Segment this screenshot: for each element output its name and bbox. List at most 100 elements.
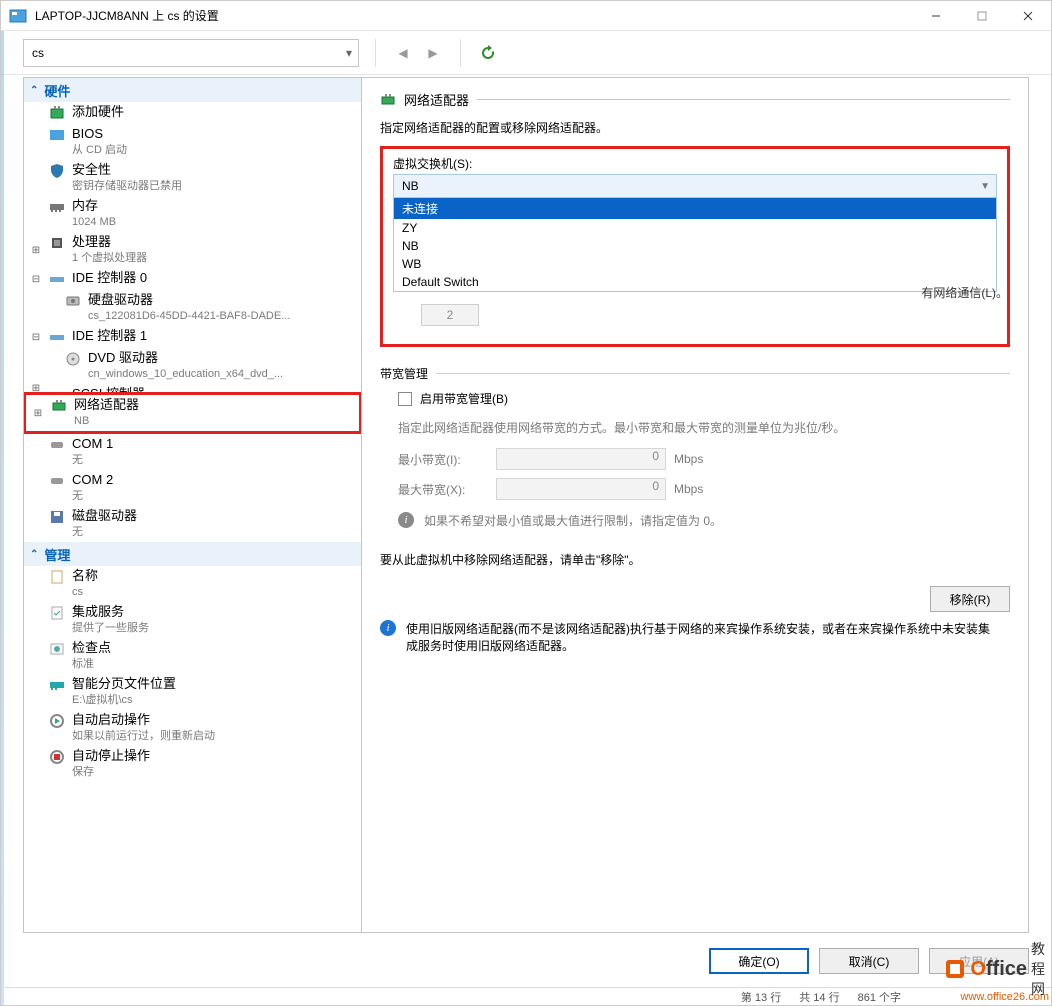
tree-label: 智能分页文件位置 — [72, 676, 176, 692]
legacy-tip: 使用旧版网络适配器(而不是该网络适配器)执行基于网络的来宾操作系统安装，或者在来… — [406, 620, 992, 654]
tree-label: 集成服务 — [72, 604, 149, 620]
vswitch-combo[interactable]: NB ▼ — [393, 174, 997, 198]
bandwidth-min-label: 最小带宽(I): — [398, 451, 488, 468]
content-area: ⌃ 硬件 添加硬件 BIOS从 CD 启动 安全性密钥存储驱动器已禁用 — [23, 77, 1029, 933]
vswitch-option[interactable]: WB — [394, 255, 996, 273]
partially-hidden-text: 有网络通信(L)。 — [921, 284, 1008, 301]
tree-item-dvd[interactable]: DVD 驱动器cn_windows_10_education_x64_dvd_.… — [24, 348, 361, 384]
hdd-icon — [64, 292, 82, 310]
floppy-icon — [48, 508, 66, 526]
management-section-header[interactable]: ⌃ 管理 — [24, 542, 361, 566]
collapse-icon[interactable]: ⊟ — [30, 332, 42, 343]
remove-button[interactable]: 移除(R) — [930, 586, 1010, 612]
vswitch-option[interactable]: 未连接 — [394, 198, 996, 219]
tree-label: SCSI 控制器 — [72, 386, 145, 392]
vm-selector-value: cs — [32, 46, 44, 60]
tree-item-com1[interactable]: COM 1无 — [24, 434, 361, 470]
section-label: 硬件 — [44, 81, 70, 100]
tree-item-hdd[interactable]: 硬盘驱动器cs_122081D6-45DD-4421-BAF8-DADE... — [24, 290, 361, 326]
tree-item-ide1[interactable]: ⊟ IDE 控制器 1 — [24, 326, 361, 348]
refresh-button[interactable] — [477, 42, 499, 64]
detail-panel: 网络适配器 指定网络适配器的配置或移除网络适配器。 虚拟交换机(S): NB ▼… — [362, 78, 1028, 932]
tree-item-auto-start[interactable]: 自动启动操作如果以前运行过，则重新启动 — [24, 710, 361, 746]
bandwidth-max-input[interactable]: 0 — [496, 478, 666, 500]
tree-item-add-hardware[interactable]: 添加硬件 — [24, 102, 361, 124]
separator — [375, 39, 376, 67]
collapse-icon[interactable]: ⊟ — [30, 274, 42, 285]
bandwidth-group-header: 带宽管理 — [380, 365, 1010, 382]
vswitch-option[interactable]: ZY — [394, 219, 996, 237]
expand-icon[interactable]: ⊞ — [30, 384, 42, 392]
info-icon: i — [380, 620, 396, 636]
tree-item-floppy[interactable]: 磁盘驱动器无 — [24, 506, 361, 542]
separator — [436, 373, 1010, 374]
tree-item-bios[interactable]: BIOS从 CD 启动 — [24, 124, 361, 160]
tree-item-checkpoint[interactable]: 检查点标准 — [24, 638, 361, 674]
tree-item-security[interactable]: 安全性密钥存储驱动器已禁用 — [24, 160, 361, 196]
highlight-vswitch-area: 虚拟交换机(S): NB ▼ 未连接 ZY NB WB Default Swit… — [380, 146, 1010, 347]
add-hardware-icon — [48, 104, 66, 122]
memory-icon — [48, 198, 66, 216]
checkpoint-icon — [48, 640, 66, 658]
tree-item-cpu[interactable]: ⊞ 处理器1 个虚拟处理器 — [24, 232, 361, 268]
tree-label: COM 2 — [72, 472, 113, 488]
nav-forward-button[interactable]: ▶ — [422, 42, 444, 64]
nav-back-button[interactable]: ◀ — [392, 42, 414, 64]
bandwidth-min-input[interactable]: 0 — [496, 448, 666, 470]
minimize-button[interactable] — [913, 1, 959, 31]
bandwidth-max-row: 最大带宽(X): 0 Mbps — [380, 474, 1010, 504]
watermark-brand-cn: 教程网 — [1031, 939, 1045, 999]
bandwidth-enable-checkbox[interactable] — [398, 392, 412, 406]
navbar: cs ▾ ◀ ▶ — [1, 31, 1051, 75]
status-line: 第 13 行 — [741, 989, 781, 1005]
tree-item-memory[interactable]: 内存1024 MB — [24, 196, 361, 232]
tree-sublabel: cs_122081D6-45DD-4421-BAF8-DADE... — [88, 308, 290, 324]
expand-icon[interactable]: ⊞ — [30, 245, 42, 256]
bandwidth-description: 指定此网络适配器使用网络带宽的方式。最小带宽和最大带宽的测量单位为兆位/秒。 — [380, 419, 1010, 436]
expand-icon[interactable]: ⊞ — [32, 408, 44, 419]
tree-sublabel: 无 — [72, 452, 113, 468]
tree-item-scsi[interactable]: ⊞ SCSI 控制器 — [24, 384, 361, 392]
tree-label: 处理器 — [72, 234, 147, 250]
tree-sublabel: 从 CD 启动 — [72, 142, 127, 158]
tree-item-integration[interactable]: 集成服务提供了一些服务 — [24, 602, 361, 638]
tree-label: IDE 控制器 0 — [72, 270, 147, 286]
watermark-logo-icon — [944, 958, 966, 980]
hardware-section-header[interactable]: ⌃ 硬件 — [24, 78, 361, 102]
tree-item-name[interactable]: 名称cs — [24, 566, 361, 602]
tree-item-ide0[interactable]: ⊟ IDE 控制器 0 — [24, 268, 361, 290]
maximize-button[interactable] — [959, 1, 1005, 31]
controller-icon — [48, 270, 66, 288]
integration-icon — [48, 604, 66, 622]
tree-item-network-adapter[interactable]: ⊞ 网络适配器NB — [26, 395, 359, 431]
window-title: LAPTOP-JJCM8ANN 上 cs 的设置 — [35, 7, 913, 24]
tree-label: 自动停止操作 — [72, 748, 150, 764]
bandwidth-max-label: 最大带宽(X): — [398, 481, 488, 498]
vswitch-selected: NB — [402, 179, 419, 193]
bandwidth-min-row: 最小带宽(I): 0 Mbps — [380, 444, 1010, 474]
bandwidth-tip-row: i 如果不希望对最小值或最大值进行限制，请指定值为 0。 — [380, 504, 1010, 529]
vswitch-option[interactable]: NB — [394, 237, 996, 255]
tree-item-smart-paging[interactable]: 智能分页文件位置E:\虚拟机\cs — [24, 674, 361, 710]
tree-sublabel: E:\虚拟机\cs — [72, 692, 176, 708]
autostart-icon — [48, 712, 66, 730]
vlan-id-input[interactable]: 2 — [421, 304, 479, 326]
close-button[interactable] — [1005, 1, 1051, 31]
remove-hint: 要从此虚拟机中移除网络适配器，请单击"移除"。 — [380, 551, 1010, 568]
panel-title: 网络适配器 — [404, 90, 469, 109]
vswitch-option[interactable]: Default Switch — [394, 273, 996, 291]
vm-selector[interactable]: cs ▾ — [23, 39, 359, 67]
shield-icon — [48, 162, 66, 180]
status-chars: 861 个字 — [858, 989, 901, 1005]
tree-item-com2[interactable]: COM 2无 — [24, 470, 361, 506]
legacy-tip-row: i 使用旧版网络适配器(而不是该网络适配器)执行基于网络的来宾操作系统安装，或者… — [380, 612, 1010, 654]
tree-sublabel: 无 — [72, 524, 137, 540]
tree-label: BIOS — [72, 126, 127, 142]
cancel-button[interactable]: 取消(C) — [819, 948, 919, 974]
tree-sublabel: cs — [72, 584, 98, 600]
settings-window: LAPTOP-JJCM8ANN 上 cs 的设置 cs ▾ ◀ ▶ ⌃ 硬件 — [0, 0, 1052, 1006]
tree-sublabel: 保存 — [72, 764, 150, 780]
ok-button[interactable]: 确定(O) — [709, 948, 809, 974]
tree-item-auto-stop[interactable]: 自动停止操作保存 — [24, 746, 361, 782]
chevron-down-icon: ▼ — [980, 181, 990, 192]
